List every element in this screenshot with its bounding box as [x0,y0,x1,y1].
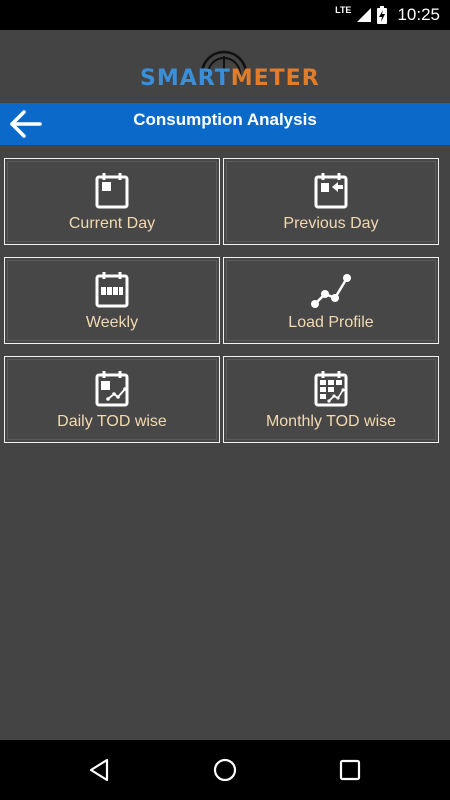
tile-load-profile[interactable]: Load Profile [223,257,439,344]
tile-daily-tod[interactable]: Daily TOD wise [4,356,220,443]
tile-weekly[interactable]: Weekly [4,257,220,344]
logo-text: SMARTMETER [140,66,320,91]
clock: 10:25 [397,5,440,24]
tile-monthly-tod[interactable]: Monthly TOD wise [223,356,439,443]
weekly-calendar-icon [95,272,129,308]
square-recents-icon [339,759,361,781]
tile-label: Monthly TOD wise [265,413,397,430]
circle-home-icon [213,758,237,782]
monthly-tod-calendar-icon [314,371,348,407]
nav-home-button[interactable] [212,757,238,783]
daily-tod-calendar-icon [95,371,129,407]
logo-smart: SMART [140,66,231,91]
tile-label: Load Profile [288,314,374,331]
signal-icon [357,8,372,22]
status-icons: LTE 10:25 [335,0,440,30]
triangle-back-icon [89,758,109,782]
tile-label: Weekly [85,314,139,331]
logo-meter: METER [230,66,320,91]
tile-current-day[interactable]: Current Day [4,158,220,245]
tile-label: Current Day [68,215,156,232]
lte-indicator: LTE [335,5,352,15]
app-bar: Consumption Analysis [0,103,450,145]
tile-label: Previous Day [283,215,379,232]
smartmeter-logo: SMARTMETER [140,44,320,94]
tile-previous-day[interactable]: Previous Day [223,158,439,245]
navigation-bar [0,740,450,800]
logo-area: SMARTMETER [0,30,450,103]
tile-label: Daily TOD wise [57,413,167,430]
nav-recents-button[interactable] [337,757,363,783]
nav-back-button[interactable] [87,757,113,783]
previous-day-calendar-icon [314,173,348,209]
status-bar: LTE 10:25 [0,0,450,30]
current-day-calendar-icon [95,173,129,209]
battery-charging-icon [377,6,388,24]
load-profile-graph-icon [311,274,351,308]
page-title: Consumption Analysis [133,110,317,129]
